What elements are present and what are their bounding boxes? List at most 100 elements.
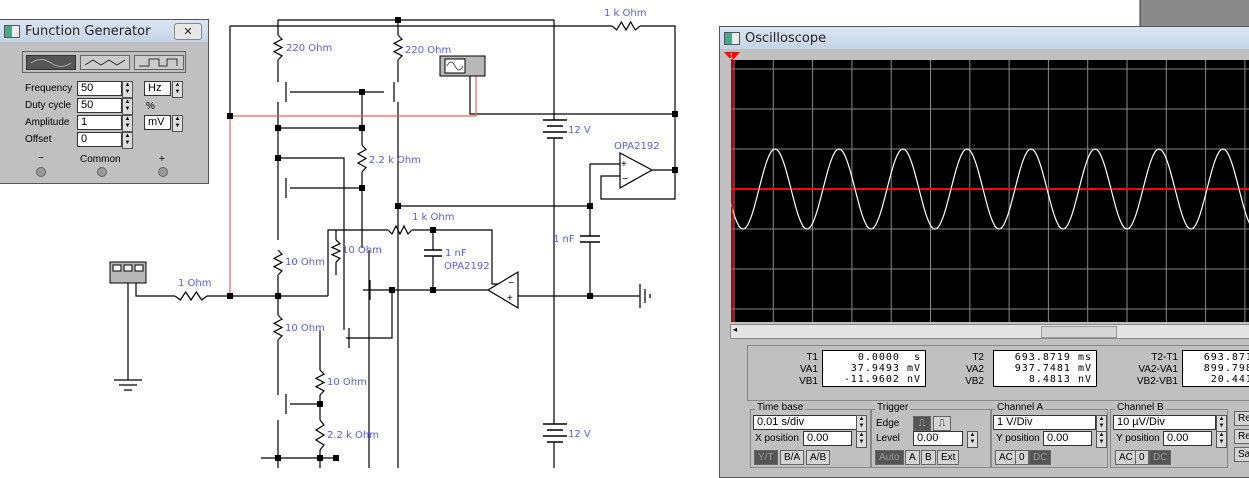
readout-value: 0.0000 s [857, 352, 921, 363]
readout-label: VB2 [965, 376, 984, 387]
readout-label: VA2-VA1 [1138, 364, 1178, 375]
minus-terminal[interactable] [36, 167, 46, 177]
side-button[interactable]: Re [1234, 429, 1249, 444]
scope-screen[interactable]: 1 [720, 50, 1249, 322]
function-generator-instrument-icon[interactable] [109, 261, 147, 284]
trigger-title: Trigger [875, 402, 911, 413]
rising-edge-button[interactable]: ⎍ [913, 416, 931, 431]
fg-0-spinner[interactable]: ▲ ▼ [122, 81, 133, 98]
resistor-label: 220 Ohm [405, 45, 452, 56]
trigger-source-button[interactable]: A [905, 450, 920, 465]
trigger-level-input[interactable]: 0.00 [913, 431, 963, 446]
resistor[interactable] [611, 20, 641, 32]
channel_b-ypos-label: Y position [1116, 433, 1160, 444]
channel_b-ypos-spinner[interactable]: ▲ ▼ [1216, 431, 1227, 448]
resistor[interactable] [314, 369, 326, 396]
fg-2-spinner[interactable]: ▲ ▼ [122, 115, 133, 132]
readout-value: 693.8719 ms [1203, 352, 1249, 363]
trigger-source-button[interactable]: Ext [937, 450, 960, 465]
trigger-source-button[interactable]: Auto [875, 450, 904, 465]
fg-1-spinner[interactable]: ▲ ▼ [122, 98, 133, 115]
junction [275, 155, 281, 161]
sine-wave-button[interactable] [26, 55, 76, 70]
mode-ba-button[interactable]: B/A [780, 450, 805, 465]
junction [317, 401, 323, 407]
channel_b-coupling-button[interactable]: AC [1115, 450, 1137, 465]
channel_a-coupling-button[interactable]: 0 [1015, 450, 1029, 465]
horizontal-scrollbar[interactable]: ◂ [730, 324, 1249, 339]
fg-0-input[interactable]: 50 [77, 81, 122, 96]
channel_a-ypos-input[interactable]: 0.00 [1043, 431, 1092, 446]
probe-wires [229, 75, 477, 296]
timebase-scale-input[interactable]: 0.01 s/div [753, 415, 857, 430]
opamp-plus: + [621, 159, 627, 170]
channel_b-ypos-input[interactable]: 0.00 [1163, 431, 1212, 446]
scroll-left-arrow[interactable]: ◂ [733, 325, 737, 334]
fg-1-unit: % [146, 101, 155, 112]
trigger-source-button[interactable]: B [921, 450, 936, 465]
resistor[interactable] [330, 239, 342, 263]
resistor[interactable] [387, 224, 413, 236]
scrollbar-thumb[interactable] [1041, 326, 1117, 338]
resistor[interactable] [314, 419, 326, 451]
resistor-label: 10 Ohm [342, 245, 382, 256]
channel_a-ypos-spinner[interactable]: ▲ ▼ [1096, 431, 1107, 448]
x-position-input[interactable]: 0.00 [803, 431, 852, 446]
oscilloscope-window: Oscilloscope 1 ◂ T1 VA1 VB1 0.0000 s 37.9493… [719, 26, 1249, 478]
channel_b-coupling-button[interactable]: DC [1149, 450, 1172, 465]
channel_a-coupling-button[interactable]: AC [995, 450, 1017, 465]
oscilloscope-instrument-icon[interactable] [439, 55, 486, 77]
triangle-wave-button[interactable] [80, 55, 130, 70]
channel_b-scale-spinner[interactable]: ▲ ▼ [1216, 415, 1227, 432]
fg-2-unit-spinner[interactable]: ▲ ▼ [172, 115, 183, 132]
junction [587, 293, 593, 299]
trigger-level-spinner[interactable]: ▲ ▼ [967, 431, 978, 448]
fg-3-spinner[interactable]: ▲ ▼ [122, 132, 133, 149]
mode-ab-button[interactable]: A/B [806, 450, 831, 465]
trigger-group: Trigger Edge ⎍ ⎍ Level 0.00 ▲ ▼ Auto A B Ext [870, 402, 992, 468]
square-wave-button[interactable] [134, 55, 184, 70]
close-button[interactable]: ✕ [174, 22, 202, 40]
mode-yt-button[interactable]: Y/T [754, 450, 778, 465]
readout-label: T1 [806, 352, 818, 363]
resistor-label: 10 Ohm [327, 377, 367, 388]
x-position-spinner[interactable]: ▲ ▼ [856, 431, 867, 448]
resistor[interactable] [356, 144, 368, 173]
side-button[interactable]: Re [1234, 411, 1249, 426]
resistor[interactable] [392, 34, 404, 61]
fg-0-unit-spinner[interactable]: ▲ ▼ [172, 81, 183, 98]
resistor[interactable] [174, 290, 208, 302]
resistor-label: 220 Ohm [286, 43, 333, 54]
fg-2-unit-select[interactable]: mV [144, 115, 171, 130]
junction [389, 287, 395, 293]
channel_b-scale-input[interactable]: 10 µV/Div [1113, 415, 1216, 430]
common-terminal[interactable] [97, 167, 107, 177]
fg-0-label: Frequency [25, 83, 73, 94]
fg-0-unit-select[interactable]: Hz [144, 81, 171, 96]
resistor-label: 1 k Ohm [604, 8, 647, 19]
falling-edge-button[interactable]: ⎍ [933, 416, 951, 431]
junction [395, 203, 401, 209]
channel_a-scale-spinner[interactable]: ▲ ▼ [1096, 415, 1107, 432]
resistor[interactable] [272, 314, 284, 341]
opamp-plus: + [507, 293, 513, 304]
fg-1-input[interactable]: 50 [77, 98, 122, 113]
channel_a-coupling-button[interactable]: DC [1029, 450, 1052, 465]
channel_b-coupling-button[interactable]: 0 [1135, 450, 1149, 465]
fg-2-input[interactable]: 1 [77, 115, 122, 130]
channel_a-scale-input[interactable]: 1 V/Div [993, 415, 1096, 430]
opamp-minus: − [508, 278, 514, 289]
fg-3-input[interactable]: 0 [77, 132, 122, 147]
plus-terminal[interactable] [158, 167, 168, 177]
battery-label: 12 V [568, 429, 591, 440]
resistor[interactable] [272, 249, 284, 276]
oscilloscope-titlebar[interactable]: Oscilloscope [720, 27, 1249, 49]
resistor-label: 10 Ohm [285, 257, 325, 268]
junction [672, 167, 678, 173]
timebase-spinner[interactable]: ▲ ▼ [856, 415, 867, 432]
junction [359, 125, 365, 131]
resistor[interactable] [272, 34, 284, 61]
side-button[interactable]: Sa [1234, 447, 1249, 462]
readout-value: 693.8719 ms [1014, 352, 1092, 363]
function-generator-titlebar[interactable]: Function Generator ✕ [0, 20, 208, 42]
